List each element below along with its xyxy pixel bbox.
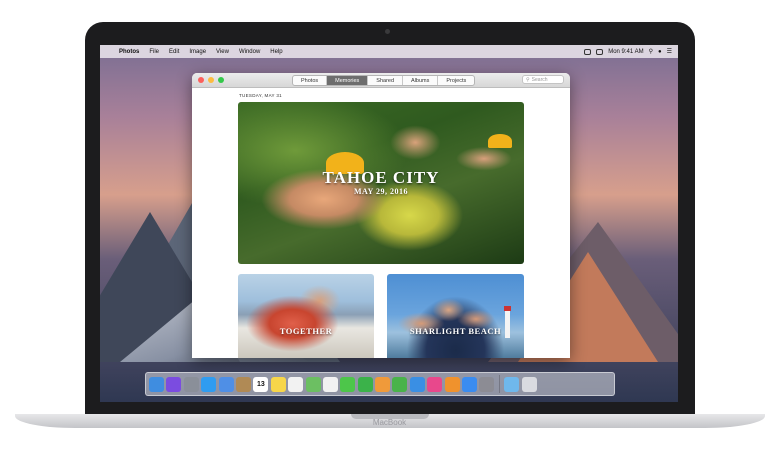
app-store-icon[interactable]	[462, 376, 478, 392]
menu-photos[interactable]: Photos	[114, 49, 144, 55]
menu-edit[interactable]: Edit	[164, 49, 184, 55]
downloads-folder-icon[interactable]	[504, 376, 520, 392]
notification-center-icon[interactable]: ☰	[667, 48, 672, 55]
mail-icon[interactable]	[218, 376, 234, 392]
dock-separator	[498, 375, 500, 393]
tab-shared[interactable]: Shared	[368, 76, 404, 85]
notes-icon[interactable]	[270, 376, 286, 392]
tab-albums[interactable]: Albums	[403, 76, 439, 85]
facetime-icon[interactable]	[357, 376, 373, 392]
tab-photos[interactable]: Photos	[293, 76, 328, 85]
itunes-icon[interactable]	[427, 376, 443, 392]
maps-icon[interactable]	[305, 376, 321, 392]
trash-icon[interactable]	[521, 376, 537, 392]
wifi-icon[interactable]	[584, 48, 592, 55]
pages-icon[interactable]	[375, 376, 391, 392]
tab-projects[interactable]: Projects	[438, 76, 474, 85]
screen: Photos File Edit Image View Window Help …	[100, 45, 678, 402]
memory-subtitle: MAY 29, 2016	[353, 187, 409, 196]
bezel-bottom	[85, 400, 695, 414]
keynote-icon[interactable]	[409, 376, 425, 392]
window-titlebar: Photos Memories Shared Albums Projects ⚲…	[192, 73, 570, 88]
memory-title: SHARLIGHT BEACH	[409, 326, 502, 336]
dock: 13	[145, 372, 615, 396]
memory-card-together[interactable]: TOGETHER	[238, 274, 374, 358]
launchpad-icon[interactable]	[183, 376, 199, 392]
numbers-icon[interactable]	[392, 376, 408, 392]
system-preferences-icon[interactable]	[479, 376, 495, 392]
menu-bar: Photos File Edit Image View Window Help …	[100, 45, 678, 58]
menu-image[interactable]: Image	[184, 49, 211, 55]
tab-memories[interactable]: Memories	[327, 76, 369, 85]
messages-icon[interactable]	[340, 376, 356, 392]
memory-card-tahoe-city[interactable]: TAHOE CITY MAY 29, 2016	[238, 102, 524, 264]
photos-window: Photos Memories Shared Albums Projects ⚲…	[192, 73, 570, 358]
siri-icon[interactable]	[166, 376, 182, 392]
memory-title: TOGETHER	[279, 326, 333, 336]
memories-content: TUESDAY, MAY 31 TAHOE CITY MAY 29, 2016 …	[192, 88, 570, 358]
siri-menu-icon[interactable]: ●	[658, 49, 662, 55]
menu-view[interactable]: View	[211, 49, 234, 55]
menu-help[interactable]: Help	[265, 49, 287, 55]
memory-title: TAHOE CITY	[322, 168, 440, 187]
status-area: Mon 9:41 AM ⚲ ● ☰	[584, 48, 678, 55]
finder-icon[interactable]	[149, 376, 164, 392]
search-icon: ⚲	[526, 76, 530, 83]
reminders-icon[interactable]	[288, 376, 304, 392]
minimize-button[interactable]	[208, 77, 214, 83]
safari-icon[interactable]	[201, 376, 217, 392]
menu-window[interactable]: Window	[234, 49, 265, 55]
menu-file[interactable]: File	[144, 49, 164, 55]
memory-card-beach[interactable]: SHARLIGHT BEACH	[387, 274, 524, 358]
photos-icon[interactable]	[322, 376, 338, 392]
section-date: TUESDAY, MAY 31	[239, 93, 282, 98]
close-button[interactable]	[198, 77, 204, 83]
calendar-icon[interactable]: 13	[253, 376, 269, 392]
battery-icon[interactable]	[596, 48, 604, 55]
spotlight-icon[interactable]: ⚲	[649, 48, 653, 55]
ibooks-icon[interactable]	[444, 376, 460, 392]
menu-clock[interactable]: Mon 9:41 AM	[608, 49, 643, 55]
helmet-shape	[488, 134, 512, 148]
camera	[385, 29, 390, 34]
contacts-icon[interactable]	[235, 376, 251, 392]
brand-label: MacBook	[372, 418, 407, 427]
search-placeholder: Search	[531, 76, 548, 83]
zoom-button[interactable]	[218, 77, 224, 83]
view-tabs: Photos Memories Shared Albums Projects	[292, 75, 476, 86]
search-field[interactable]: ⚲ Search	[522, 75, 564, 84]
